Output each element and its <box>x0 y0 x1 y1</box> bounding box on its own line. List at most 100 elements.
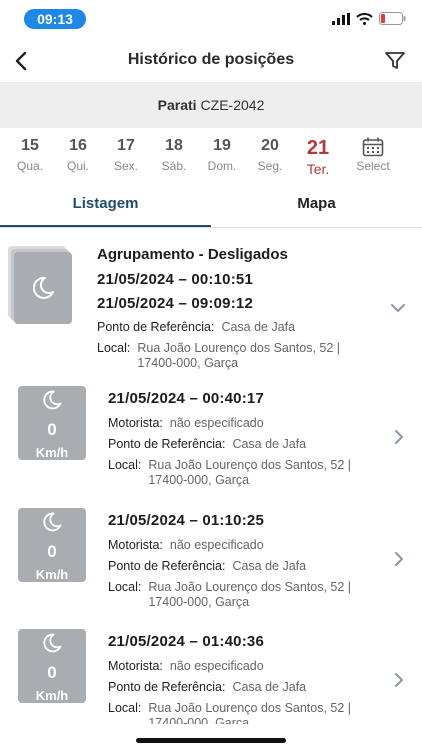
moon-icon <box>43 512 62 532</box>
position-info: 21/05/2024 – 01:10:25 Motorista: não esp… <box>108 512 388 610</box>
moon-icon <box>32 276 54 299</box>
speed-value: 0 <box>47 663 57 682</box>
day-15[interactable]: 15 Qua. <box>6 128 54 186</box>
location-row: Local: Rua João Lourenço dos Santos, 52 … <box>108 458 388 488</box>
location-label: Local: <box>108 701 142 715</box>
calendar-icon <box>342 137 404 157</box>
group-info: Agrupamento - Desligados 21/05/2024 – 00… <box>97 246 407 371</box>
group-item-desligados[interactable]: Agrupamento - Desligados 21/05/2024 – 00… <box>0 236 422 376</box>
group-stack-badge <box>8 246 72 324</box>
day-number: 21 <box>306 137 330 159</box>
position-item[interactable]: 0 Km/h 21/05/2024 – 01:10:25 Motorista: … <box>0 508 422 630</box>
status-time: 09:13 <box>24 9 86 29</box>
location-row: Local: Rua João Lourenço dos Santos, 52 … <box>108 701 388 724</box>
location-label: Local: <box>108 580 142 594</box>
reference-row: Ponto de Referência: Casa de Jafa <box>108 680 388 695</box>
wifi-icon <box>356 12 373 25</box>
chevron-right-icon[interactable] <box>391 551 407 567</box>
driver-row: Motorista: não especificado <box>108 416 388 431</box>
day-number: 15 <box>21 137 39 154</box>
driver-value: não especificado <box>169 416 264 430</box>
reference-value: Casa de Jafa <box>232 680 307 694</box>
tab-listagem[interactable]: Listagem <box>0 186 211 228</box>
day-weekday: Seg. <box>257 159 283 173</box>
speed-badge: 0 Km/h <box>18 386 86 460</box>
vehicle-plate: CZE-2042 <box>200 97 265 113</box>
location-value: Rua João Lourenço dos Santos, 52 | 17400… <box>148 458 352 487</box>
location-value: Rua João Lourenço dos Santos, 52 | 17400… <box>148 701 352 724</box>
location-value: Rua João Lourenço dos Santos, 52 | 17400… <box>148 580 352 609</box>
position-item[interactable]: 0 Km/h 21/05/2024 – 01:40:36 Motorista: … <box>0 629 422 724</box>
driver-row: Motorista: não especificado <box>108 659 388 674</box>
chevron-down-icon[interactable] <box>390 300 406 316</box>
day-number: 17 <box>117 137 135 154</box>
reference-label: Ponto de Referência: <box>108 559 226 573</box>
header: Histórico de posições <box>0 40 422 82</box>
driver-label: Motorista: <box>108 538 163 552</box>
group-start: 21/05/2024 – 00:10:51 <box>97 271 253 288</box>
vehicle-bar: Parati CZE-2042 <box>0 82 422 128</box>
day-21-selected[interactable]: 21 Ter. <box>294 128 342 186</box>
day-number: 20 <box>261 137 279 154</box>
signal-icon <box>332 12 350 25</box>
day-weekday: Sáb. <box>161 159 187 173</box>
position-datetime: 21/05/2024 – 00:40:17 <box>108 390 264 407</box>
home-indicator[interactable] <box>136 738 286 743</box>
day-20[interactable]: 20 Seg. <box>246 128 294 186</box>
group-reference-row: Ponto de Referência: Casa de Jafa <box>97 320 407 335</box>
chevron-right-icon[interactable] <box>391 429 407 445</box>
speed-unit: Km/h <box>35 567 69 582</box>
speed-badge: 0 Km/h <box>18 508 86 582</box>
day-weekday: Ter. <box>306 161 330 177</box>
day-16[interactable]: 16 Qui. <box>54 128 102 186</box>
day-19[interactable]: 19 Dom. <box>198 128 246 186</box>
date-strip: 15 Qua. 16 Qui. 17 Sex. 18 Sáb. 19 Dom. … <box>0 128 422 186</box>
page-title: Histórico de posições <box>127 51 295 68</box>
driver-row: Motorista: não especificado <box>108 538 388 553</box>
filter-icon <box>385 52 405 69</box>
select-label: Select <box>356 159 390 173</box>
location-value: Rua João Lourenço dos Santos, 52 | 17400… <box>137 341 341 370</box>
reference-row: Ponto de Referência: Casa de Jafa <box>108 559 388 574</box>
reference-value: Casa de Jafa <box>232 437 307 451</box>
position-datetime: 21/05/2024 – 01:40:36 <box>108 633 264 650</box>
speed-value: 0 <box>47 420 57 439</box>
speed-value: 0 <box>47 542 57 561</box>
day-number: 18 <box>165 137 183 154</box>
reference-label: Ponto de Referência: <box>108 680 226 694</box>
filter-button[interactable] <box>380 46 410 76</box>
speed-unit: Km/h <box>35 688 69 703</box>
group-title: Agrupamento - Desligados <box>97 246 288 263</box>
battery-icon <box>379 12 406 25</box>
select-date-button[interactable]: Select <box>342 128 404 186</box>
reference-row: Ponto de Referência: Casa de Jafa <box>108 437 388 452</box>
group-end: 21/05/2024 – 09:09:12 <box>97 295 253 312</box>
day-18[interactable]: 18 Sáb. <box>150 128 198 186</box>
moon-icon <box>43 390 62 410</box>
position-info: 21/05/2024 – 00:40:17 Motorista: não esp… <box>108 390 388 488</box>
day-weekday: Qui. <box>66 159 89 173</box>
day-17[interactable]: 17 Sex. <box>102 128 150 186</box>
driver-label: Motorista: <box>108 416 163 430</box>
day-weekday: Dom. <box>207 159 237 173</box>
day-number: 16 <box>69 137 87 154</box>
reference-value: Casa de Jafa <box>232 559 307 573</box>
driver-value: não especificado <box>169 659 264 673</box>
group-location-row: Local: Rua João Lourenço dos Santos, 52 … <box>97 341 407 371</box>
reference-label: Ponto de Referência: <box>97 320 215 334</box>
reference-label: Ponto de Referência: <box>108 437 226 451</box>
position-datetime: 21/05/2024 – 01:10:25 <box>108 512 264 529</box>
position-item[interactable]: 0 Km/h 21/05/2024 – 00:40:17 Motorista: … <box>0 386 422 508</box>
tab-divider <box>0 227 422 228</box>
tab-mapa[interactable]: Mapa <box>211 186 422 228</box>
driver-value: não especificado <box>169 538 264 552</box>
chevron-right-icon[interactable] <box>391 672 407 688</box>
location-label: Local: <box>97 341 131 355</box>
driver-label: Motorista: <box>108 659 163 673</box>
reference-value: Casa de Jafa <box>221 320 296 334</box>
day-weekday: Sex. <box>113 159 138 173</box>
status-icons <box>332 12 406 25</box>
speed-unit: Km/h <box>35 445 69 460</box>
location-row: Local: Rua João Lourenço dos Santos, 52 … <box>108 580 388 610</box>
location-label: Local: <box>108 458 142 472</box>
